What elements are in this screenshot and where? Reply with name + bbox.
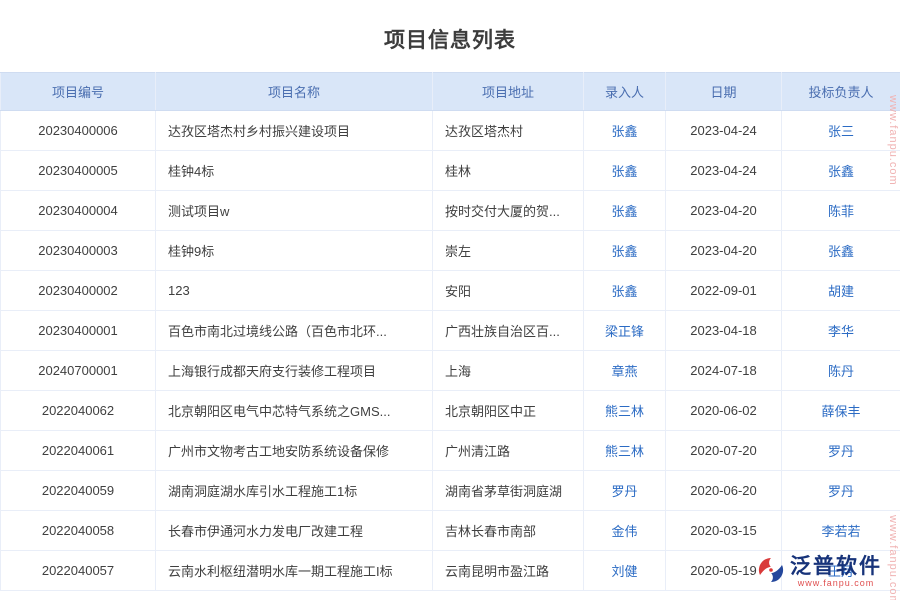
table-row[interactable]: 2022040062 北京朝阳区电气中芯特气系统之GMS... 北京朝阳区中正 … xyxy=(1,391,900,431)
project-info-table: 项目编号 项目名称 项目地址 录入人 日期 投标负责人 20230400006 … xyxy=(0,72,900,591)
cell-project-id: 20230400005 xyxy=(1,151,156,191)
cell-date: 2022-09-01 xyxy=(666,271,782,311)
cell-date: 2023-04-24 xyxy=(666,111,782,151)
cell-project-id: 20230400003 xyxy=(1,231,156,271)
cell-project-name: 测试项目w xyxy=(156,191,433,231)
cell-project-address: 达孜区塔杰村 xyxy=(433,111,584,151)
table-body: 20230400006 达孜区塔杰村乡村振兴建设项目 达孜区塔杰村 张鑫 202… xyxy=(1,111,900,591)
cell-entry-person-link[interactable]: 熊三林 xyxy=(584,431,666,471)
cell-entry-person-link[interactable]: 熊三林 xyxy=(584,391,666,431)
table-row[interactable]: 20230400004 测试项目w 按时交付大厦的贺... 张鑫 2023-04… xyxy=(1,191,900,231)
table-row[interactable]: 2022040058 长春市伊通河水力发电厂改建工程 吉林长春市南部 金伟 20… xyxy=(1,511,900,551)
cell-entry-person-link[interactable]: 张鑫 xyxy=(584,231,666,271)
cell-project-name: 广州市文物考古工地安防系统设备保修 xyxy=(156,431,433,471)
cell-entry-person-link[interactable]: 金伟 xyxy=(584,511,666,551)
table-row[interactable]: 2022040061 广州市文物考古工地安防系统设备保修 广州清江路 熊三林 2… xyxy=(1,431,900,471)
cell-project-address: 上海 xyxy=(433,351,584,391)
cell-project-id: 20230400002 xyxy=(1,271,156,311)
cell-date: 2020-07-20 xyxy=(666,431,782,471)
col-header-project-name: 项目名称 xyxy=(156,73,433,111)
col-header-bid-manager: 投标负责人 xyxy=(782,73,900,111)
table-row[interactable]: 20230400002 123 安阳 张鑫 2022-09-01 胡建 xyxy=(1,271,900,311)
cell-project-address: 桂林 xyxy=(433,151,584,191)
cell-date: 2023-04-24 xyxy=(666,151,782,191)
cell-bid-manager-link[interactable]: 陈菲 xyxy=(782,191,900,231)
cell-project-name: 桂钟4标 xyxy=(156,151,433,191)
table-row[interactable]: 20230400006 达孜区塔杰村乡村振兴建设项目 达孜区塔杰村 张鑫 202… xyxy=(1,111,900,151)
cell-project-name: 长春市伊通河水力发电厂改建工程 xyxy=(156,511,433,551)
cell-project-id: 2022040059 xyxy=(1,471,156,511)
cell-project-id: 2022040062 xyxy=(1,391,156,431)
brand-url: www.fanpu.com xyxy=(798,579,875,588)
cell-bid-manager-link[interactable]: 李华 xyxy=(782,311,900,351)
cell-bid-manager-link[interactable]: 罗丹 xyxy=(782,431,900,471)
fanpu-logo-icon xyxy=(758,557,784,588)
cell-bid-manager-link[interactable]: 陈丹 xyxy=(782,351,900,391)
cell-bid-manager-link[interactable]: 罗丹 xyxy=(782,471,900,511)
cell-entry-person-link[interactable]: 章燕 xyxy=(584,351,666,391)
cell-bid-manager-link[interactable]: 薛保丰 xyxy=(782,391,900,431)
col-header-entry-person: 录入人 xyxy=(584,73,666,111)
col-header-date: 日期 xyxy=(666,73,782,111)
cell-project-address: 广州清江路 xyxy=(433,431,584,471)
cell-project-name: 百色市南北过境线公路（百色市北环... xyxy=(156,311,433,351)
brand-name: 泛普软件 xyxy=(790,556,882,577)
cell-date: 2023-04-20 xyxy=(666,191,782,231)
cell-project-id: 20230400004 xyxy=(1,191,156,231)
cell-date: 2024-07-18 xyxy=(666,351,782,391)
cell-project-address: 崇左 xyxy=(433,231,584,271)
col-header-project-id: 项目编号 xyxy=(1,73,156,111)
cell-project-name: 123 xyxy=(156,271,433,311)
cell-entry-person-link[interactable]: 张鑫 xyxy=(584,151,666,191)
page-title: 项目信息列表 xyxy=(0,0,900,72)
cell-date: 2020-03-15 xyxy=(666,511,782,551)
cell-date: 2023-04-20 xyxy=(666,231,782,271)
cell-project-id: 20230400001 xyxy=(1,311,156,351)
cell-project-name: 桂钟9标 xyxy=(156,231,433,271)
cell-project-address: 广西壮族自治区百... xyxy=(433,311,584,351)
cell-bid-manager-link[interactable]: 张鑫 xyxy=(782,231,900,271)
fanpu-brand: 泛普软件 www.fanpu.com xyxy=(758,556,882,588)
cell-project-id: 2022040057 xyxy=(1,551,156,591)
cell-date: 2020-06-20 xyxy=(666,471,782,511)
cell-project-id: 20240700001 xyxy=(1,351,156,391)
cell-project-name: 湖南洞庭湖水库引水工程施工1标 xyxy=(156,471,433,511)
cell-project-id: 2022040058 xyxy=(1,511,156,551)
table-header-row: 项目编号 项目名称 项目地址 录入人 日期 投标负责人 xyxy=(1,73,900,111)
cell-project-address: 安阳 xyxy=(433,271,584,311)
cell-project-address: 湖南省茅草街洞庭湖 xyxy=(433,471,584,511)
cell-project-id: 2022040061 xyxy=(1,431,156,471)
cell-bid-manager-link[interactable]: 张三 xyxy=(782,111,900,151)
cell-entry-person-link[interactable]: 梁正锋 xyxy=(584,311,666,351)
cell-entry-person-link[interactable]: 张鑫 xyxy=(584,191,666,231)
table-row[interactable]: 20230400005 桂钟4标 桂林 张鑫 2023-04-24 张鑫 xyxy=(1,151,900,191)
table-row[interactable]: 20230400001 百色市南北过境线公路（百色市北环... 广西壮族自治区百… xyxy=(1,311,900,351)
cell-entry-person-link[interactable]: 罗丹 xyxy=(584,471,666,511)
cell-project-address: 北京朝阳区中正 xyxy=(433,391,584,431)
cell-project-name: 北京朝阳区电气中芯特气系统之GMS... xyxy=(156,391,433,431)
cell-project-name: 云南水利枢纽潜明水库一期工程施工I标 xyxy=(156,551,433,591)
cell-entry-person-link[interactable]: 张鑫 xyxy=(584,111,666,151)
cell-bid-manager-link[interactable]: 李若若 xyxy=(782,511,900,551)
cell-project-name: 达孜区塔杰村乡村振兴建设项目 xyxy=(156,111,433,151)
cell-project-name: 上海银行成都天府支行装修工程项目 xyxy=(156,351,433,391)
cell-date: 2023-04-18 xyxy=(666,311,782,351)
cell-project-address: 吉林长春市南部 xyxy=(433,511,584,551)
cell-entry-person-link[interactable]: 张鑫 xyxy=(584,271,666,311)
cell-bid-manager-link[interactable]: 胡建 xyxy=(782,271,900,311)
cell-project-id: 20230400006 xyxy=(1,111,156,151)
col-header-project-address: 项目地址 xyxy=(433,73,584,111)
cell-entry-person-link[interactable]: 刘健 xyxy=(584,551,666,591)
table-row[interactable]: 2022040059 湖南洞庭湖水库引水工程施工1标 湖南省茅草街洞庭湖 罗丹 … xyxy=(1,471,900,511)
table-row[interactable]: 20230400003 桂钟9标 崇左 张鑫 2023-04-20 张鑫 xyxy=(1,231,900,271)
cell-bid-manager-link[interactable]: 张鑫 xyxy=(782,151,900,191)
table-row[interactable]: 20240700001 上海银行成都天府支行装修工程项目 上海 章燕 2024-… xyxy=(1,351,900,391)
cell-date: 2020-06-02 xyxy=(666,391,782,431)
cell-project-address: 云南昆明市盈江路 xyxy=(433,551,584,591)
cell-project-address: 按时交付大厦的贺... xyxy=(433,191,584,231)
